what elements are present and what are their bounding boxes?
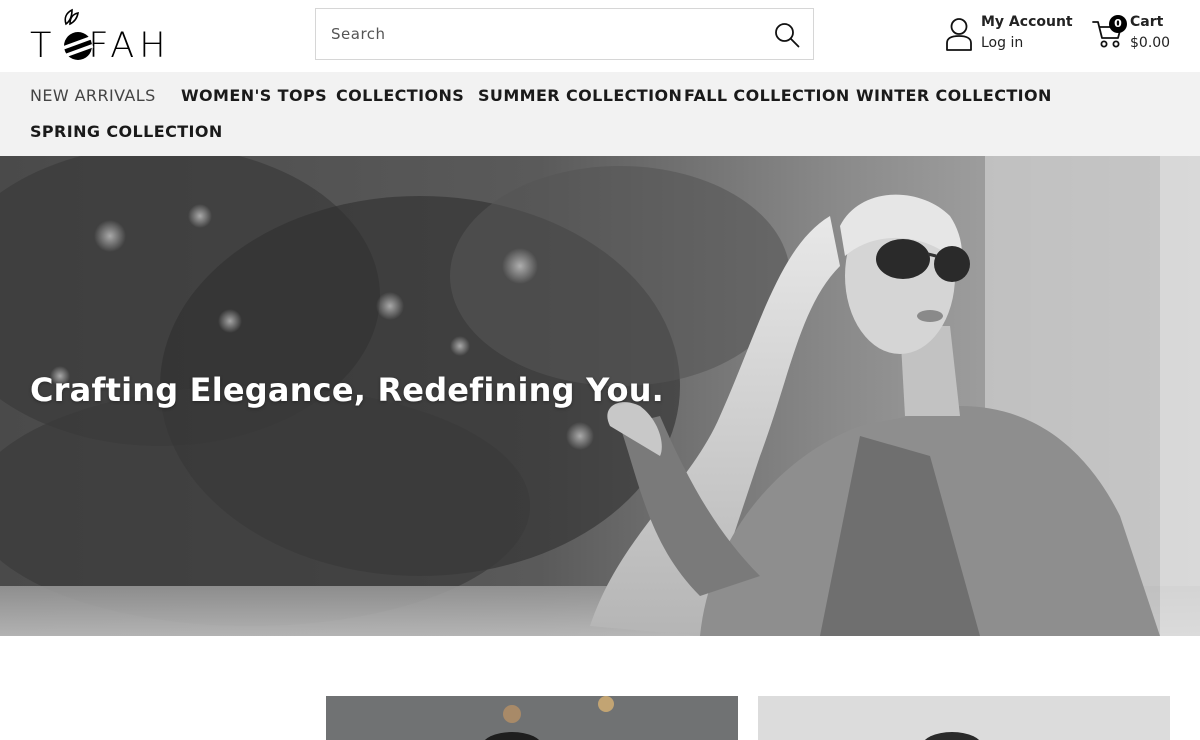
logo-wordmark: T FAH: [30, 26, 171, 66]
login-link[interactable]: Log in: [981, 35, 1023, 51]
bee-logo-icon: [63, 32, 94, 60]
tofah-logo[interactable]: T FAH: [30, 8, 195, 66]
nav-item-summer-collection[interactable]: SUMMER COLLECTION: [478, 86, 682, 106]
nav-item-fall-collection[interactable]: FALL COLLECTION: [684, 86, 850, 106]
user-icon: [946, 18, 972, 51]
account-link[interactable]: My Account Log in: [944, 14, 1074, 58]
hero-headline: Crafting Elegance, Redefining You.: [30, 371, 665, 409]
product-card-image[interactable]: [758, 696, 1170, 740]
search-icon[interactable]: [773, 21, 801, 49]
cart-total: $0.00: [1130, 35, 1171, 51]
nav-item-collections[interactable]: COLLECTIONS: [336, 86, 464, 106]
search-bar: [315, 8, 814, 60]
product-image: [326, 696, 738, 740]
search-input[interactable]: [316, 9, 756, 59]
account-title: My Account: [981, 14, 1073, 30]
product-card-image[interactable]: [326, 696, 738, 740]
nav-item-spring-collection[interactable]: SPRING COLLECTION: [30, 122, 223, 142]
hero-banner[interactable]: Crafting Elegance, Redefining You.: [0, 156, 1200, 636]
nav-item-womens-tops[interactable]: WOMEN'S TOPS: [181, 86, 327, 106]
cart-title: Cart: [1130, 14, 1164, 30]
nav-item-new-arrivals[interactable]: NEW ARRIVALS: [30, 86, 156, 106]
cart-count-badge: 0: [1109, 15, 1127, 33]
cart-link[interactable]: 0 Cart $0.00: [1092, 14, 1176, 58]
leaf-icon: [64, 8, 79, 26]
nav-item-winter-collection[interactable]: WINTER COLLECTION: [856, 86, 1052, 106]
site-header: TFAH My Account Log in 0 Cart $0.00: [0, 0, 1200, 72]
main-navigation: NEW ARRIVALS WOMEN'S TOPS COLLECTIONS SU…: [0, 72, 1200, 156]
product-image: [758, 696, 1170, 740]
